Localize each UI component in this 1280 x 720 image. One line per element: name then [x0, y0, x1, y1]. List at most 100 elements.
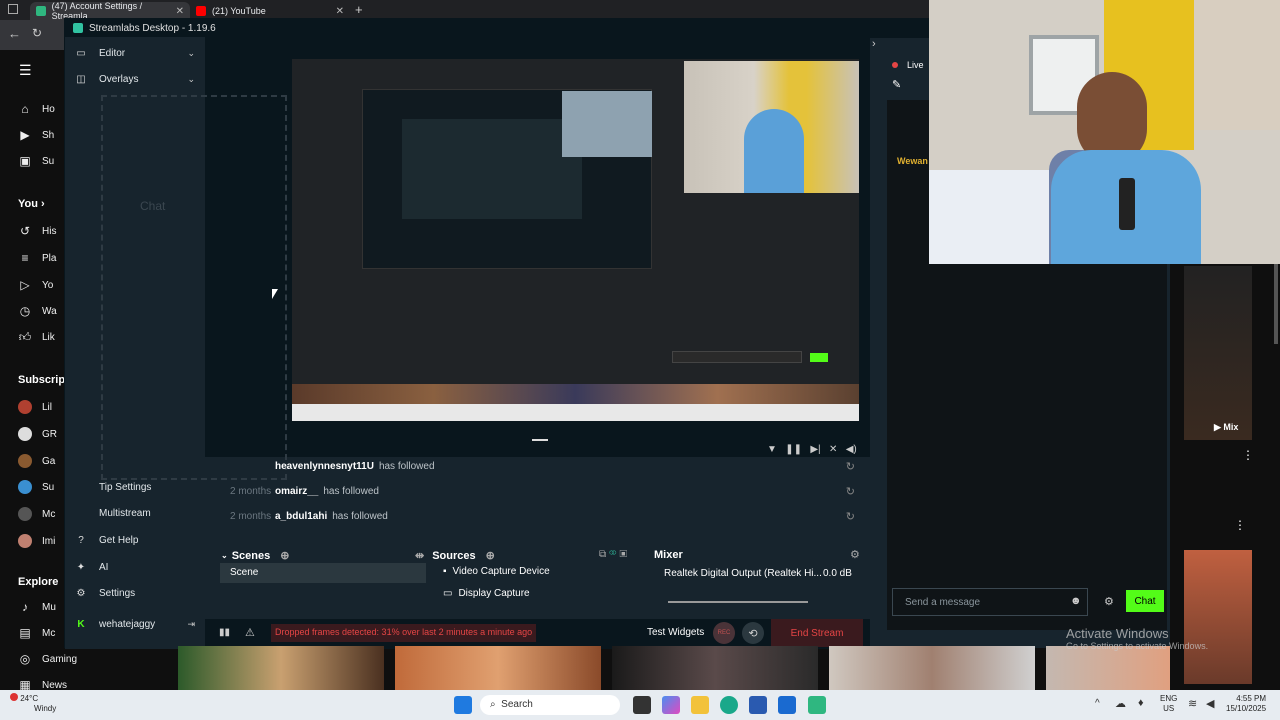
chat-send-button[interactable]: Chat [1126, 590, 1164, 612]
warning-icon[interactable]: ⚠ [245, 626, 255, 639]
video-thumbnail[interactable] [612, 646, 818, 690]
yt-subscription-item[interactable]: GR [18, 427, 57, 441]
streamlabs-titlebar: Streamlabs Desktop - 1.19.6 [65, 19, 931, 37]
repeat-icon[interactable]: ↻ [846, 460, 855, 473]
wifi-icon[interactable]: ≋ [1188, 697, 1197, 710]
close-tab-icon[interactable]: ✕ [176, 6, 184, 17]
clock[interactable]: 4:55 PM 15/10/2025 [1226, 694, 1266, 714]
replay-button[interactable]: ⟲ [742, 622, 764, 644]
yt-subscription-item[interactable]: Su [18, 480, 54, 494]
nav-editor[interactable]: ▭ Editor ⌄ [75, 47, 195, 59]
more-options-icon[interactable]: ⋮ [1242, 448, 1254, 462]
chevron-down-icon: ⌄ [187, 73, 195, 84]
yt-subscription-item[interactable]: Imi [18, 534, 55, 548]
yt-subscriptions-heading: Subscript [18, 374, 69, 386]
add-source-icon[interactable]: ⊕ [486, 549, 495, 562]
edge-icon[interactable] [720, 696, 738, 714]
video-thumbnail[interactable] [829, 646, 1035, 690]
nav-settings[interactable]: ⚙ Settings [75, 587, 195, 599]
test-widgets-button[interactable]: Test Widgets [647, 627, 704, 638]
repeat-icon[interactable]: ↻ [846, 510, 855, 523]
nav-account[interactable]: Kwehatejaggy ⇥ [75, 618, 195, 630]
yt-nav-gaming[interactable]: ◎ Gaming [18, 652, 77, 666]
scene-item[interactable]: Scene [220, 563, 426, 583]
video-thumbnail[interactable] [1184, 266, 1252, 440]
yt-subscription-item[interactable]: Ga [18, 454, 55, 468]
collapse-icon[interactable]: ⌄ [221, 551, 228, 560]
repeat-icon[interactable]: ↻ [846, 485, 855, 498]
yt-nav-movies[interactable]: ▤ Mc [18, 626, 55, 640]
windows-start-icon[interactable] [454, 696, 472, 714]
store-icon[interactable] [749, 696, 767, 714]
video-thumbnail[interactable] [178, 646, 384, 690]
resize-handle[interactable] [532, 439, 548, 441]
edit-icon[interactable]: ✎ [892, 78, 901, 91]
file-explorer-icon[interactable] [691, 696, 709, 714]
nav-multistream[interactable]: Multistream [75, 507, 195, 519]
source-folder-icon[interactable]: ▣ [620, 549, 628, 560]
volume-icon[interactable]: ◀ [1206, 697, 1214, 710]
new-tab-icon[interactable]: + [355, 2, 363, 17]
more-options-icon[interactable]: ⋮ [1234, 518, 1246, 532]
nav-tip-settings[interactable]: Tip Settings [75, 481, 195, 493]
mixer-level: 0.0 dB [823, 568, 852, 579]
yt-nav-watch-later[interactable]: ◷ Wa [18, 304, 57, 318]
nav-ai[interactable]: ✦ AI [75, 561, 195, 573]
yt-subscription-item[interactable]: Mc [18, 507, 55, 521]
copilot-icon[interactable] [662, 696, 680, 714]
yt-you-heading[interactable]: You › [18, 198, 45, 210]
tray-chevron-icon[interactable]: ^ [1095, 698, 1100, 709]
video-thumbnail[interactable] [1046, 646, 1170, 690]
streamlabs-taskbar-icon[interactable] [808, 696, 826, 714]
feed-row: heavenlynnesnyt11U has followed ↻ [275, 460, 855, 473]
collapse-panel-icon[interactable]: › [872, 38, 876, 50]
source-group-icon[interactable]: ⧉ [599, 549, 606, 560]
task-view-icon[interactable] [633, 696, 651, 714]
yt-nav-home[interactable]: ⌂ Ho [18, 102, 54, 116]
yt-nav-history[interactable]: ↺ His [18, 224, 56, 238]
chat-placeholder-label: Chat [140, 199, 166, 213]
end-stream-button[interactable]: End Stream [771, 619, 863, 647]
nav-overlays[interactable]: ◫ Overlays ⌄ [75, 73, 195, 85]
logout-icon[interactable]: ⇥ [187, 619, 195, 630]
scrollbar[interactable] [1274, 264, 1278, 344]
studio-mode-icon[interactable]: ⇹ [415, 549, 424, 562]
movies-icon: ▤ [19, 626, 31, 640]
reload-icon[interactable]: ↻ [32, 26, 42, 40]
weather-widget[interactable]: 24°C Windy [10, 693, 56, 714]
yt-nav-liked[interactable]: 👍︎ Lik [18, 330, 55, 344]
video-thumbnail[interactable] [395, 646, 601, 690]
stream-preview[interactable] [292, 59, 859, 421]
back-icon[interactable]: ← [8, 26, 21, 41]
yt-nav-playlists[interactable]: ≡ Pla [18, 251, 56, 265]
add-scene-icon[interactable]: ⊕ [280, 549, 289, 562]
yt-nav-shorts[interactable]: ▶ Sh [18, 128, 54, 142]
chat-settings-gear-icon[interactable]: ⚙ [1104, 595, 1114, 608]
window-menu-icon[interactable] [8, 4, 18, 14]
emote-icon[interactable]: ☻ [1070, 595, 1082, 607]
volume-slider[interactable] [668, 601, 808, 603]
taskbar-search[interactable]: ⌕ Search [480, 695, 620, 715]
chat-widget-placeholder[interactable] [101, 95, 287, 480]
onedrive-icon[interactable]: ☁ [1115, 697, 1126, 710]
source-item[interactable]: ▪ Video Capture Device [443, 566, 550, 577]
nav-get-help[interactable]: ? Get Help [75, 534, 195, 546]
watermark-subtitle: Go to Settings to activate Windows. [1066, 641, 1209, 651]
performance-icon[interactable]: ▮▮ [219, 627, 230, 638]
video-thumbnail[interactable] [1184, 550, 1252, 684]
mixer-settings-gear-icon[interactable]: ⚙ [850, 548, 860, 561]
hamburger-menu-icon[interactable]: ☰ [19, 62, 32, 79]
yt-nav-music[interactable]: ♪ Mu [18, 600, 56, 614]
source-link-icon[interactable]: ⚭ [609, 549, 617, 560]
record-button[interactable]: REC [713, 622, 735, 644]
yt-subscription-item[interactable]: Lil [18, 400, 52, 414]
chat-input[interactable]: Send a message [892, 588, 1088, 616]
outlook-icon[interactable] [778, 696, 796, 714]
watch-later-icon: ◷ [19, 304, 31, 318]
microphone-icon[interactable]: ♦ [1138, 697, 1144, 709]
source-item[interactable]: ▭ Display Capture [443, 588, 530, 599]
yt-nav-your-videos[interactable]: ▷ Yo [18, 278, 53, 292]
close-tab-icon[interactable]: ✕ [336, 6, 344, 17]
yt-nav-subscriptions[interactable]: ▣ Su [18, 154, 54, 168]
language-indicator[interactable]: ENG US [1160, 694, 1177, 714]
